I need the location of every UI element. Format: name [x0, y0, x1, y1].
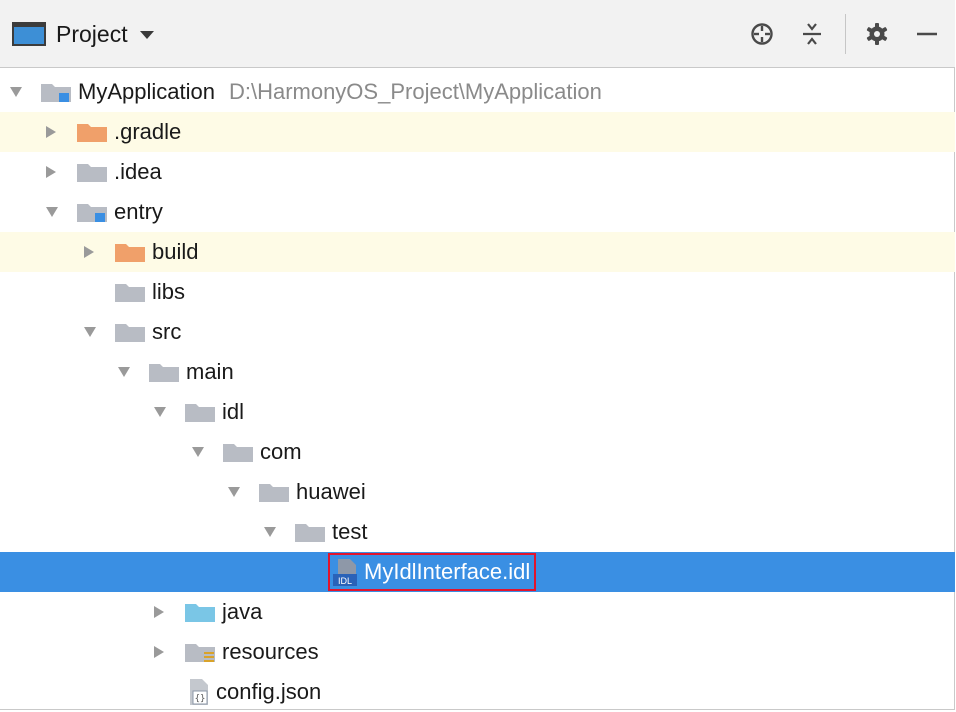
project-view-label: Project: [56, 20, 128, 47]
expand-arrow-icon[interactable]: [192, 447, 204, 457]
module-folder-icon: [76, 201, 108, 223]
expand-arrow-icon[interactable]: [46, 126, 56, 138]
node-label: MyIdlInterface.idl: [364, 559, 531, 584]
module-folder-icon: [40, 81, 72, 103]
tree-node-src[interactable]: src: [0, 312, 955, 352]
chevron-down-icon: [139, 31, 154, 39]
idl-file-icon: IDL: [332, 557, 360, 587]
tree-node-build[interactable]: build: [0, 232, 955, 272]
excluded-folder-icon: [76, 121, 108, 143]
json-file-icon: {}: [184, 678, 212, 706]
tree-node-myidlinterface[interactable]: IDL MyIdlInterface.idl: [0, 552, 955, 592]
svg-text:{}: {}: [195, 694, 206, 704]
node-label: MyApplication: [78, 79, 215, 104]
node-label: huawei: [296, 479, 366, 504]
idl-badge-text: IDL: [338, 576, 352, 586]
expand-arrow-icon[interactable]: [154, 606, 164, 618]
toolbar-divider: [845, 14, 846, 54]
expand-arrow-icon[interactable]: [84, 246, 94, 258]
folder-icon: [294, 521, 326, 543]
folder-icon: [114, 281, 146, 303]
node-label: src: [152, 319, 182, 344]
expand-arrow-icon[interactable]: [84, 327, 96, 337]
folder-icon: [184, 401, 216, 423]
expand-arrow-icon[interactable]: [46, 166, 56, 178]
tree-node-myapplication[interactable]: MyApplication D:\HarmonyOS_Project\MyApp…: [0, 72, 955, 112]
node-path: D:\HarmonyOS_Project\MyApplication: [228, 79, 602, 104]
project-window-icon: [12, 22, 46, 46]
node-label: .gradle: [114, 119, 182, 144]
node-label: build: [152, 239, 199, 264]
expand-arrow-icon[interactable]: [10, 87, 22, 97]
locate-icon[interactable]: [747, 19, 777, 49]
tree-node-gradle[interactable]: .gradle: [0, 112, 955, 152]
folder-icon: [222, 441, 254, 463]
source-folder-icon: [184, 601, 216, 623]
project-toolbar: Project: [0, 0, 955, 68]
tree-node-idea[interactable]: .idea: [0, 152, 955, 192]
node-label: .idea: [114, 159, 162, 184]
expand-arrow-icon[interactable]: [118, 367, 130, 377]
tree-node-idl[interactable]: idl: [0, 392, 955, 432]
project-panel: Project MyApplication D:\HarmonyOS_Proje…: [0, 0, 955, 710]
excluded-folder-icon: [114, 241, 146, 263]
expand-arrow-icon[interactable]: [154, 407, 166, 417]
node-label: idl: [222, 399, 245, 424]
folder-icon: [148, 361, 180, 383]
folder-icon: [76, 161, 108, 183]
gear-icon[interactable]: [862, 19, 892, 49]
tree-node-libs[interactable]: libs: [0, 272, 955, 312]
node-label: test: [332, 519, 368, 544]
tree-node-java[interactable]: java: [0, 592, 955, 632]
folder-icon: [114, 321, 146, 343]
node-label: entry: [114, 199, 163, 224]
folder-icon: [258, 481, 290, 503]
tree-node-config-json[interactable]: {} config.json: [0, 672, 955, 712]
resources-folder-icon: [184, 641, 216, 663]
selection-highlight-box: IDL MyIdlInterface.idl: [328, 553, 537, 591]
project-view-selector[interactable]: Project: [12, 16, 154, 52]
tree-node-main[interactable]: main: [0, 352, 955, 392]
collapse-all-icon[interactable]: [797, 19, 827, 49]
expand-arrow-icon[interactable]: [264, 527, 276, 537]
expand-arrow-icon[interactable]: [46, 207, 58, 217]
minimize-icon[interactable]: [912, 19, 942, 49]
node-label: resources: [222, 639, 319, 664]
tree-node-resources[interactable]: resources: [0, 632, 955, 672]
node-label: com: [260, 439, 302, 464]
node-label: libs: [152, 279, 186, 304]
tree-node-huawei[interactable]: huawei: [0, 472, 955, 512]
tree-node-entry[interactable]: entry: [0, 192, 955, 232]
node-label: config.json: [216, 679, 322, 704]
node-label: main: [186, 359, 234, 384]
expand-arrow-icon[interactable]: [228, 487, 240, 497]
expand-arrow-icon[interactable]: [154, 646, 164, 658]
tree-node-com[interactable]: com: [0, 432, 955, 472]
tree-node-test[interactable]: test: [0, 512, 955, 552]
node-label: java: [222, 599, 263, 624]
